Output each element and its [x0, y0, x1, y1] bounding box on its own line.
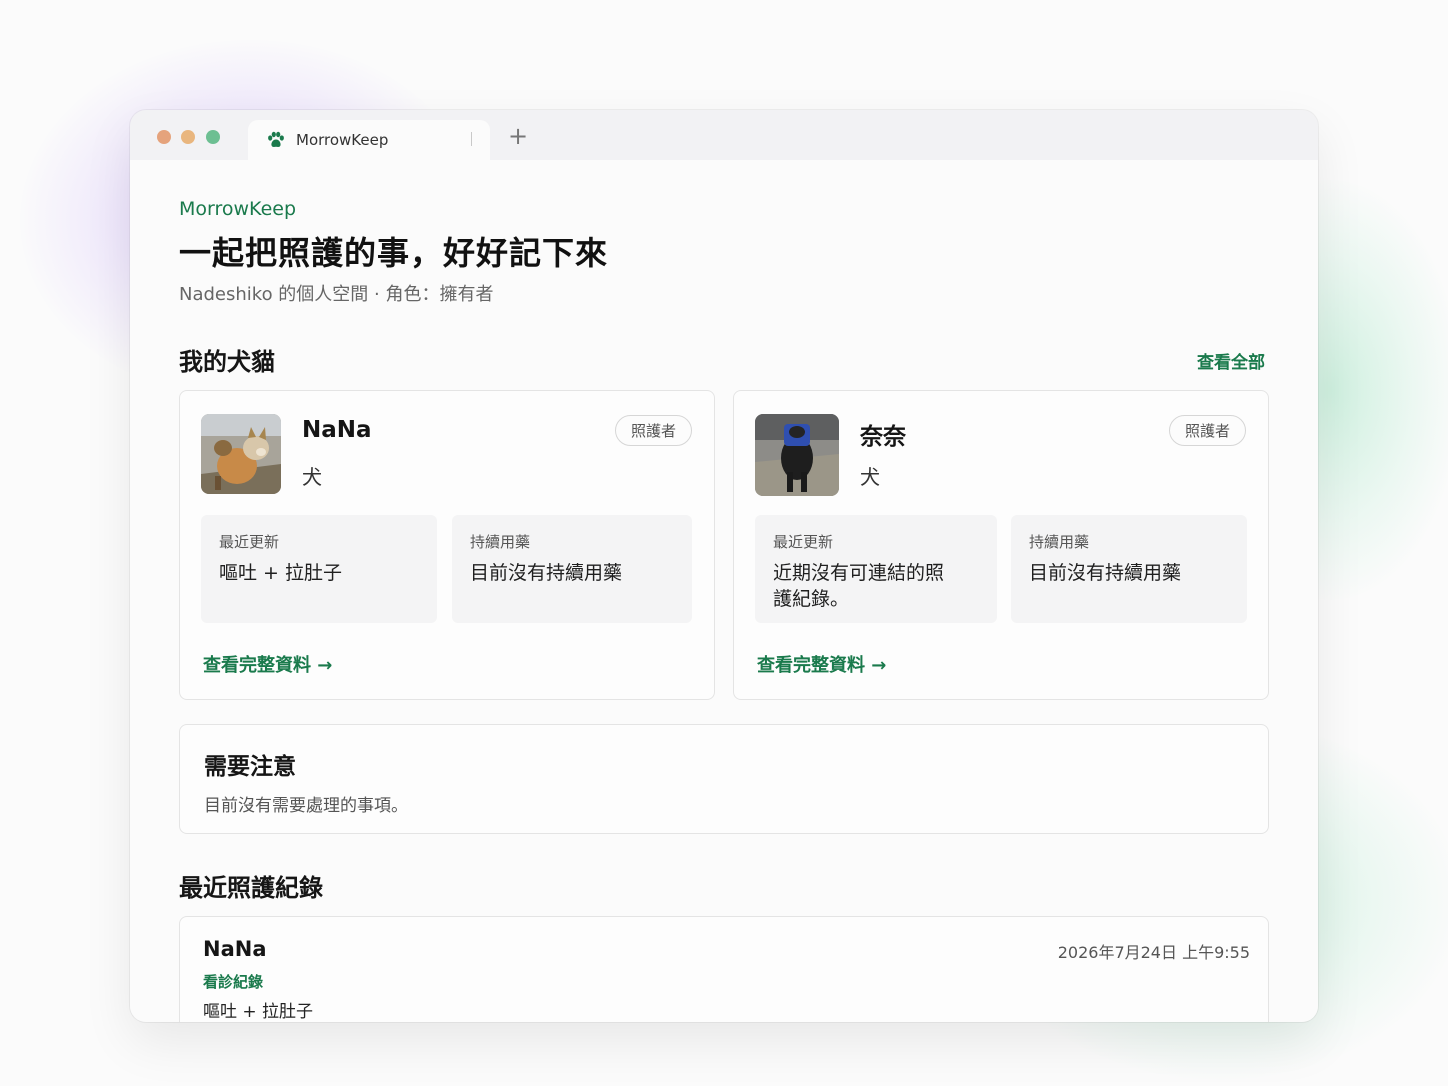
medication-box: 持續用藥 目前沒有持續用藥: [452, 515, 692, 623]
maximize-window-button[interactable]: [206, 130, 220, 144]
pet-card-nainai: 奈奈 犬 照護者 最近更新 近期沒有可連結的照護紀錄。 持續用藥 目前沒有持續用…: [733, 390, 1269, 700]
pets-section-title: 我的犬貓: [179, 348, 275, 376]
paw-icon: [268, 131, 284, 147]
latest-update-label: 最近更新: [219, 533, 280, 551]
browser-titlebar: MorrowKeep +: [130, 110, 1318, 160]
page-subtitle: Nadeshiko 的個人空間 · 角色：擁有者: [179, 284, 494, 305]
pet-species: 犬: [860, 465, 880, 489]
record-pet-name: NaNa: [203, 937, 267, 961]
close-window-button[interactable]: [157, 130, 171, 144]
role-badge: 照護者: [614, 415, 692, 446]
medication-value: 目前沒有持續用藥: [470, 562, 623, 584]
browser-tab[interactable]: MorrowKeep: [248, 120, 490, 160]
attention-text: 目前沒有需要處理的事項。: [204, 796, 408, 816]
tab-title: MorrowKeep: [296, 131, 389, 149]
records-section-title: 最近照護紀錄: [179, 874, 323, 902]
page-title: 一起把照護的事，好好記下來: [179, 234, 609, 272]
latest-update-value: 嘔吐 + 拉肚子: [219, 562, 342, 584]
brand-name: MorrowKeep: [179, 198, 297, 220]
pet-photo-nainai: [755, 414, 839, 496]
medication-value: 目前沒有持續用藥: [1029, 562, 1182, 584]
pet-species: 犬: [302, 465, 322, 489]
role-badge: 照護者: [1168, 415, 1246, 446]
latest-update-box: 最近更新 嘔吐 + 拉肚子: [201, 515, 437, 623]
attention-card: 需要注意 目前沒有需要處理的事項。: [179, 724, 1269, 834]
view-details-link[interactable]: 查看完整資料 →: [757, 651, 886, 677]
latest-update-box: 最近更新 近期沒有可連結的照護紀錄。: [755, 515, 997, 623]
record-date: 2026年7月24日 上午9:55: [1057, 943, 1250, 962]
record-card[interactable]: NaNa 2026年7月24日 上午9:55 看診紀錄 嘔吐 + 拉肚子: [179, 916, 1269, 1022]
pet-card-nana: NaNa 犬 照護者 最近更新 嘔吐 + 拉肚子 持續用藥 目前沒有持續用藥 查…: [179, 390, 715, 700]
medication-label: 持續用藥: [470, 533, 531, 551]
latest-update-label: 最近更新: [773, 533, 834, 551]
medication-box: 持續用藥 目前沒有持續用藥: [1011, 515, 1247, 623]
attention-title: 需要注意: [204, 754, 296, 780]
latest-update-value: 近期沒有可連結的照護紀錄。: [773, 562, 945, 610]
browser-window: MorrowKeep + MorrowKeep 一起把照護的事，好好記下來 Na…: [130, 110, 1318, 1022]
record-description: 嘔吐 + 拉肚子: [203, 1002, 314, 1022]
record-type: 看診紀錄: [203, 973, 264, 991]
tab-divider: [471, 132, 472, 146]
view-details-link[interactable]: 查看完整資料 →: [203, 651, 332, 677]
medication-label: 持續用藥: [1029, 533, 1090, 551]
pet-name: 奈奈: [860, 424, 906, 450]
pet-photo-nana: [201, 414, 281, 494]
minimize-window-button[interactable]: [181, 130, 195, 144]
new-tab-button[interactable]: +: [508, 124, 528, 148]
page-content: MorrowKeep 一起把照護的事，好好記下來 Nadeshiko 的個人空間…: [130, 160, 1318, 1022]
view-all-link[interactable]: 查看全部: [1197, 348, 1265, 373]
pet-name: NaNa: [302, 417, 372, 443]
